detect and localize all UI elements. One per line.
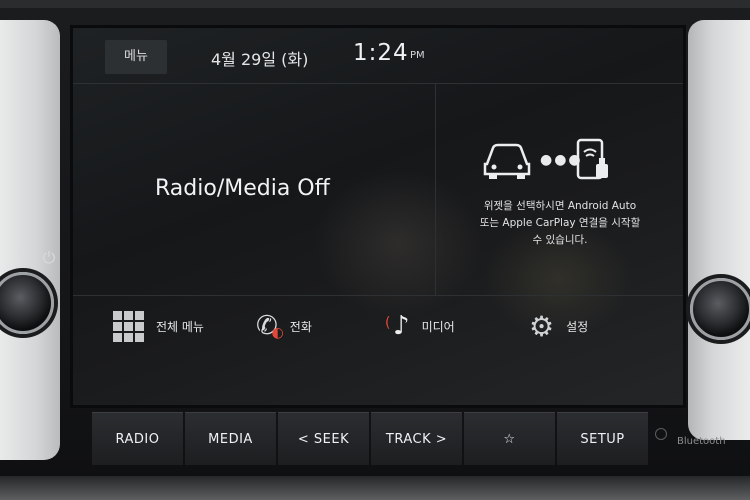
shortcut-label: 전체 메뉴: [156, 319, 204, 334]
seek-button[interactable]: < SEEK: [278, 412, 369, 465]
left-side-panel: [0, 20, 60, 460]
shortcut-label: 설정: [566, 319, 589, 334]
connect-message-line: 또는 Apple CarPlay 연결을 시작할: [479, 217, 641, 229]
hardware-button-bar: RADIO MEDIA < SEEK TRACK > ☆ SETUP: [92, 412, 652, 472]
shortcut-settings[interactable]: ⚙ 설정: [529, 306, 588, 346]
shortcut-media[interactable]: (♪ 미디어: [385, 306, 455, 346]
right-side-panel: [688, 20, 750, 440]
phone-icon: ✆ ◐: [256, 311, 284, 341]
bluetooth-icon: [655, 428, 667, 440]
car-icon: [483, 143, 531, 179]
shortcut-all-menu[interactable]: 전체 메뉴: [113, 306, 204, 346]
setup-button[interactable]: SETUP: [557, 412, 648, 465]
shortcut-label: 미디어: [421, 319, 455, 334]
gear-icon: ⚙: [529, 309, 555, 343]
bezel-top-edge: [0, 0, 750, 8]
favorite-button[interactable]: ☆: [464, 412, 555, 465]
radio-button[interactable]: RADIO: [92, 412, 183, 465]
tune-knob[interactable]: [690, 278, 750, 340]
media-button[interactable]: MEDIA: [185, 412, 276, 465]
touch-screen: 메뉴 4월 29일 (화) 1:24 PM Radio/Media Off ●●…: [70, 25, 686, 408]
status-bar: 메뉴 4월 29일 (화) 1:24 PM: [73, 28, 683, 84]
bezel-bottom-edge: [0, 476, 750, 500]
phone-usb-icon[interactable]: [576, 138, 610, 182]
connect-message-line: 위젯을 선택하시면 Android Auto: [483, 200, 637, 212]
grid-icon: [113, 310, 144, 342]
menu-button[interactable]: 메뉴: [105, 40, 167, 74]
music-note-icon: (♪: [385, 311, 410, 341]
shortcut-phone[interactable]: ✆ ◐ 전화: [256, 306, 312, 346]
vertical-divider: [435, 83, 436, 295]
track-button[interactable]: TRACK >: [371, 412, 462, 465]
power-icon[interactable]: ⏻: [40, 249, 58, 267]
bluetooth-label: Bluetooth: [677, 436, 726, 447]
connect-message-line: 수 있습니다.: [532, 234, 588, 246]
date-display: 4월 29일 (화): [211, 50, 309, 69]
clock-time: 1:24: [353, 40, 409, 66]
shortcut-label: 전화: [289, 319, 312, 334]
radio-media-status-widget[interactable]: Radio/Media Off: [155, 176, 330, 201]
clock-ampm: PM: [410, 50, 425, 61]
horizontal-divider: [73, 295, 683, 296]
projection-connect-message[interactable]: 위젯을 선택하시면 Android Auto 또는 Apple CarPlay …: [445, 198, 675, 249]
